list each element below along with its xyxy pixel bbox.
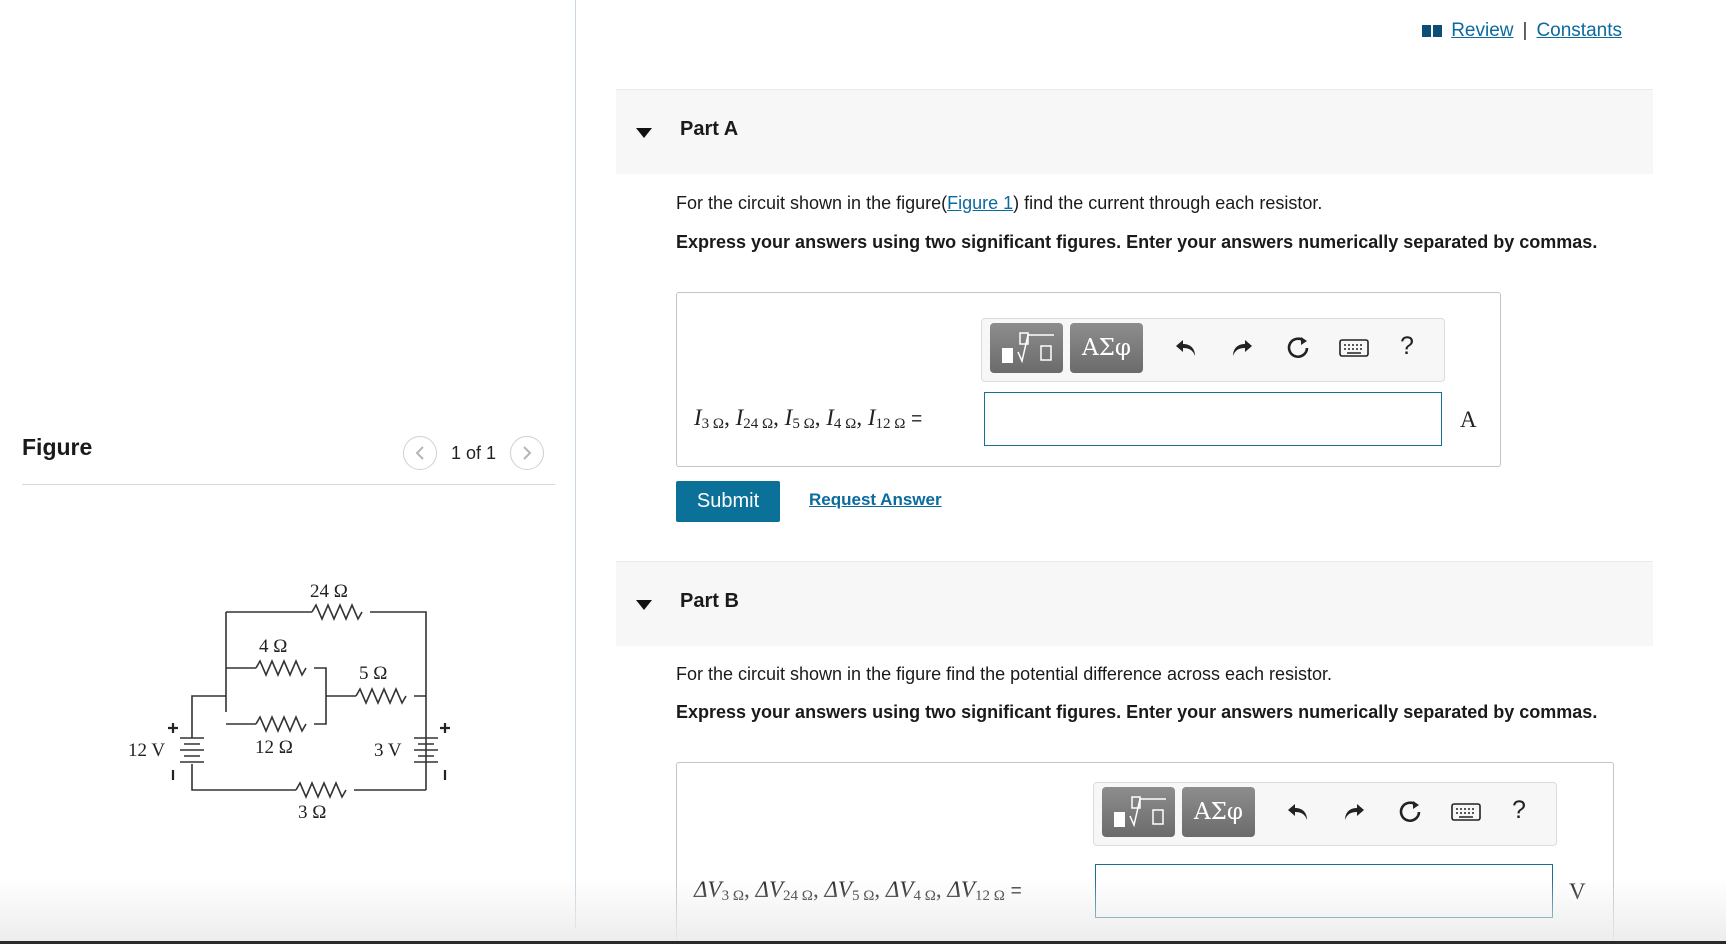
voltage-symbol: ΔV: [824, 877, 852, 902]
reset-button[interactable]: [1396, 797, 1424, 827]
resistor-24: [311, 602, 363, 622]
part-a-expression: I3 Ω, I24 Ω, I5 Ω, I4 Ω, I12 Ω =: [694, 405, 923, 432]
undo-button[interactable]: [1172, 333, 1200, 363]
keyboard-icon: [1451, 803, 1481, 821]
pager-text: 1 of 1: [451, 442, 497, 463]
label-3-ohm: 3 Ω: [298, 802, 326, 823]
part-a-question: For the circuit shown in the figure(Figu…: [676, 193, 1606, 214]
next-figure-button[interactable]: [510, 436, 545, 470]
collapse-triangle-icon[interactable]: [636, 128, 652, 138]
current-symbol: I: [826, 405, 834, 430]
keyboard-icon: [1339, 339, 1369, 357]
fraction-sqrt-templates-icon: [1113, 796, 1166, 828]
label-12-volt: 12 V: [128, 740, 165, 761]
undo-icon: [1176, 340, 1195, 356]
figure-pager: 1 of 1: [403, 436, 545, 470]
part-a-unit: A: [1460, 407, 1477, 432]
reset-icon: [1287, 337, 1309, 358]
chevron-left-icon: [415, 446, 424, 460]
help-button[interactable]: ?: [1512, 796, 1526, 825]
part-a-label: Part A: [680, 118, 739, 140]
sub-5: 5 Ω: [792, 416, 815, 432]
reset-icon: [1399, 801, 1421, 822]
keyboard-button[interactable]: [1450, 797, 1482, 827]
redo-icon: [1233, 340, 1252, 356]
label-5-ohm: 5 Ω: [359, 663, 387, 684]
reset-button[interactable]: [1284, 333, 1312, 363]
label-12-ohm: 12 Ω: [255, 737, 293, 758]
voltage-symbol: ΔV: [947, 877, 975, 902]
chevron-right-icon: [523, 446, 532, 460]
part-b-question: For the circuit shown in the figure find…: [676, 664, 1333, 684]
collapse-triangle-icon[interactable]: [636, 600, 652, 610]
keyboard-button[interactable]: [1338, 333, 1370, 363]
part-b-answer-box: ΑΣφ ? ΔV3 Ω, ΔV24 Ω, ΔV5 Ω, ΔV4 Ω, ΔV12 …: [676, 762, 1614, 942]
part-b-unit: V: [1569, 879, 1586, 904]
redo-button[interactable]: [1340, 797, 1368, 827]
sub-3: 3 Ω: [701, 416, 725, 432]
label-24-ohm: 24 Ω: [310, 581, 348, 602]
templates-button[interactable]: [990, 323, 1063, 373]
figure-title: Figure: [22, 434, 93, 460]
part-a-answer-box: ΑΣφ ? I3 Ω, I24 Ω, I5 Ω, I4 Ω, I12 Ω = A: [676, 292, 1501, 467]
math-toolbar: ΑΣφ ?: [1093, 782, 1557, 846]
top-links: Review | Constants: [1422, 20, 1622, 42]
question-prefix: For the circuit shown in the figure(: [676, 193, 948, 213]
sub-4: 4 Ω: [833, 416, 857, 432]
review-link[interactable]: Review: [1451, 20, 1513, 42]
resistor-5: [355, 686, 407, 706]
panel-divider: [575, 0, 576, 928]
voltage-symbol: ΔV: [885, 877, 914, 902]
figure-1-link[interactable]: Figure 1: [947, 193, 1013, 213]
templates-button[interactable]: [1102, 787, 1175, 837]
book-icon: [1422, 25, 1443, 37]
equals-sign: =: [1010, 881, 1022, 902]
voltage-symbol: ΔV: [755, 877, 784, 902]
figure-divider: [22, 484, 555, 485]
part-a-instruction: Express your answers using two significa…: [676, 232, 1598, 252]
math-toolbar: ΑΣφ ?: [981, 318, 1445, 382]
help-button[interactable]: ?: [1400, 332, 1414, 361]
part-a-header[interactable]: Part A: [616, 89, 1653, 174]
submit-button[interactable]: Submit: [676, 481, 780, 522]
undo-icon: [1288, 804, 1307, 820]
resistor-4: [255, 658, 307, 678]
greek-symbols-button[interactable]: ΑΣφ: [1182, 787, 1255, 837]
part-b-label: Part B: [680, 590, 739, 612]
resistor-3: [295, 780, 347, 800]
label-3-volt: 3 V: [374, 740, 402, 761]
sub-3: 3 Ω: [721, 888, 744, 904]
part-b-answer-input[interactable]: [1095, 864, 1553, 918]
sub-24: 24 Ω: [743, 416, 774, 432]
circuit-diagram: 24 Ω 4 Ω 5 Ω 12 Ω 3 Ω 12 V 3 V: [128, 581, 450, 823]
sub-12: 12 Ω: [974, 888, 1005, 904]
sub-12: 12 Ω: [875, 416, 906, 432]
current-symbol: I: [694, 405, 702, 430]
part-b-expression: ΔV3 Ω, ΔV24 Ω, ΔV5 Ω, ΔV4 Ω, ΔV12 Ω =: [694, 877, 1022, 904]
part-a-answer-input[interactable]: [984, 392, 1442, 446]
label-4-ohm: 4 Ω: [259, 636, 287, 657]
voltage-symbol: ΔV: [694, 877, 722, 902]
redo-icon: [1345, 804, 1364, 820]
request-answer-link[interactable]: Request Answer: [809, 490, 942, 510]
sub-4: 4 Ω: [913, 888, 936, 904]
undo-button[interactable]: [1284, 797, 1312, 827]
link-separator: |: [1522, 20, 1528, 41]
sub-5: 5 Ω: [852, 888, 875, 904]
question-suffix: ) find the current through each resistor…: [1013, 193, 1323, 213]
resistor-12: [255, 714, 307, 734]
greek-symbols-button[interactable]: ΑΣφ: [1070, 323, 1143, 373]
fraction-sqrt-templates-icon: [1001, 332, 1054, 364]
constants-link[interactable]: Constants: [1536, 20, 1622, 42]
part-b-instruction: Express your answers using two significa…: [676, 702, 1598, 722]
prev-figure-button[interactable]: [403, 436, 437, 470]
equals-sign: =: [911, 409, 923, 430]
redo-button[interactable]: [1228, 333, 1256, 363]
sub-24: 24 Ω: [783, 888, 813, 904]
part-b-header[interactable]: Part B: [616, 561, 1653, 646]
